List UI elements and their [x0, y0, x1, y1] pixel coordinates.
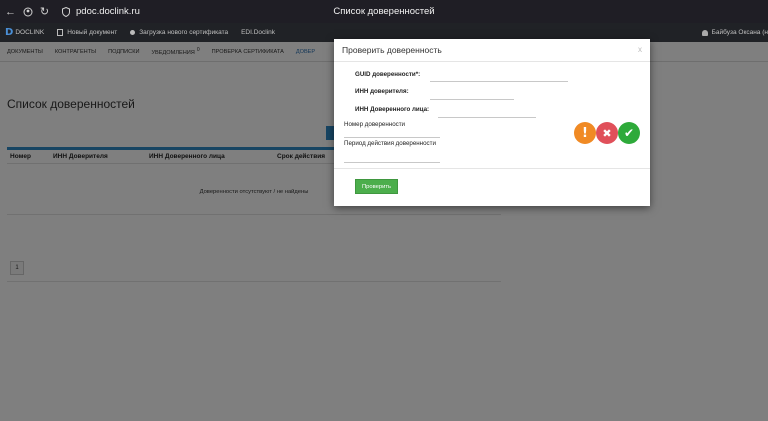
- dot-icon: [130, 30, 136, 35]
- inn-principal-label: ИНН доверителя:: [355, 88, 409, 95]
- new-document-label: Новый документ: [67, 29, 118, 36]
- document-icon: [57, 29, 64, 36]
- user-name: Байбуза Оксана (н: [711, 29, 768, 36]
- verify-poa-modal: Проверить доверенность x GUID довереннос…: [334, 39, 650, 206]
- account-icon[interactable]: [19, 0, 36, 23]
- reload-icon[interactable]: ↻: [36, 0, 53, 23]
- doclink-logo[interactable]: D DOCLINK: [5, 27, 44, 38]
- user-icon: [701, 29, 708, 36]
- success-icon: ✔: [618, 122, 640, 144]
- error-icon: ✖: [596, 122, 618, 144]
- browser-toolbar: ← ↻ pdoc.doclink.ru: [0, 0, 768, 23]
- new-document-link[interactable]: Новый документ: [57, 29, 117, 36]
- modal-header: Проверить доверенность x: [334, 39, 650, 62]
- edi-doclink-label: EDI.Doclink: [241, 29, 276, 36]
- guid-input[interactable]: [430, 81, 568, 82]
- modal-footer-divider: [334, 168, 650, 169]
- poa-number-label: Номер доверенности: [344, 121, 406, 128]
- verify-button[interactable]: Проверить: [355, 179, 398, 194]
- back-arrow-icon[interactable]: ←: [2, 0, 19, 23]
- poa-period-input[interactable]: [344, 162, 440, 163]
- logo-text: DOCLINK: [15, 29, 45, 36]
- shield-icon[interactable]: [61, 6, 70, 17]
- edi-doclink-link[interactable]: EDI.Doclink: [241, 29, 275, 36]
- close-icon[interactable]: x: [638, 45, 642, 54]
- user-menu[interactable]: Байбуза Оксана (н: [701, 23, 768, 42]
- poa-number-input[interactable]: [344, 137, 440, 138]
- modal-title: Проверить доверенность: [342, 45, 442, 55]
- warning-icon: !: [574, 122, 596, 144]
- upload-certificate-label: Загрузка нового сертификата: [139, 29, 229, 36]
- logo-mark-icon: D: [5, 27, 14, 38]
- inn-agent-label: ИНН Доверенного лица:: [355, 106, 430, 113]
- status-icons: ! ✖ ✔: [574, 122, 640, 144]
- guid-label: GUID доверенности*:: [355, 71, 421, 78]
- address-bar[interactable]: pdoc.doclink.ru: [76, 6, 140, 17]
- inn-agent-input[interactable]: [438, 117, 536, 118]
- inn-principal-input[interactable]: [430, 99, 514, 100]
- poa-period-label: Период действия доверенности: [344, 140, 436, 147]
- upload-certificate-link[interactable]: Загрузка нового сертификата: [130, 29, 228, 36]
